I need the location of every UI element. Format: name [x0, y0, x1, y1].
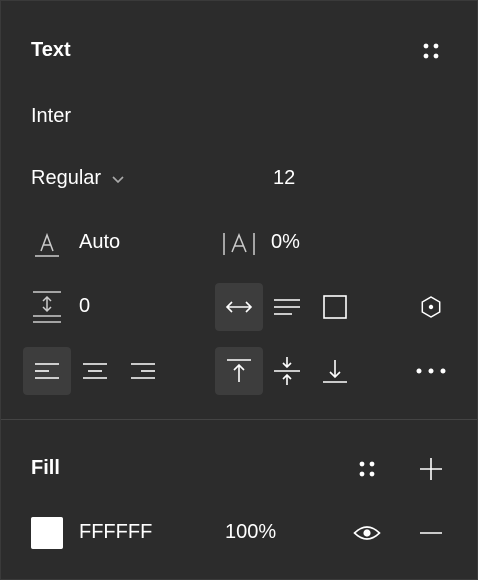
align-bottom-button[interactable]: [311, 347, 359, 395]
align-left-button[interactable]: [23, 347, 71, 395]
line-height-input[interactable]: Auto: [79, 231, 120, 254]
letter-spacing-input[interactable]: 0%: [271, 231, 300, 254]
align-center-icon: [83, 363, 107, 379]
align-middle-button[interactable]: [263, 347, 311, 395]
font-family-select[interactable]: Inter: [31, 105, 71, 128]
align-bottom-icon: [323, 360, 347, 383]
arrows-horizontal-icon: [225, 301, 253, 313]
auto-width-button[interactable]: [215, 283, 263, 331]
fill-opacity-input[interactable]: 100%: [225, 521, 276, 544]
text-settings-icon[interactable]: [415, 291, 447, 323]
align-middle-icon: [274, 357, 300, 385]
remove-fill-icon[interactable]: [415, 517, 447, 549]
font-weight-select[interactable]: Regular: [31, 167, 125, 190]
text-section-title: Text: [31, 39, 71, 61]
letter-spacing-icon: [219, 229, 259, 259]
auto-height-button[interactable]: [263, 283, 311, 331]
align-top-button[interactable]: [215, 347, 263, 395]
paragraph-spacing-icon: [31, 289, 63, 325]
chevron-down-icon: [111, 174, 125, 184]
design-panel: Text Inter Regular 12 Auto 0% 0 Fill FFF…: [0, 0, 478, 580]
font-weight-label: Regular: [31, 167, 102, 189]
fill-hex-input[interactable]: FFFFFF: [79, 521, 152, 544]
align-left-icon: [35, 363, 59, 379]
align-center-button[interactable]: [71, 347, 119, 395]
fill-styles-icon[interactable]: [351, 453, 383, 485]
section-divider: [1, 419, 477, 420]
more-options-icon[interactable]: [413, 359, 449, 383]
text-styles-icon[interactable]: [415, 35, 447, 67]
fill-section-title: Fill: [31, 457, 60, 479]
line-height-icon: [31, 229, 63, 259]
align-right-icon: [131, 363, 155, 379]
color-swatch[interactable]: [31, 517, 63, 549]
text-lines-icon: [274, 299, 300, 315]
fixed-size-button[interactable]: [311, 283, 359, 331]
align-top-icon: [227, 359, 251, 382]
align-right-button[interactable]: [119, 347, 167, 395]
font-size-input[interactable]: 12: [273, 167, 295, 190]
add-fill-icon[interactable]: [415, 453, 447, 485]
square-icon: [323, 295, 347, 319]
eye-icon[interactable]: [351, 517, 383, 549]
paragraph-spacing-input[interactable]: 0: [79, 295, 90, 318]
